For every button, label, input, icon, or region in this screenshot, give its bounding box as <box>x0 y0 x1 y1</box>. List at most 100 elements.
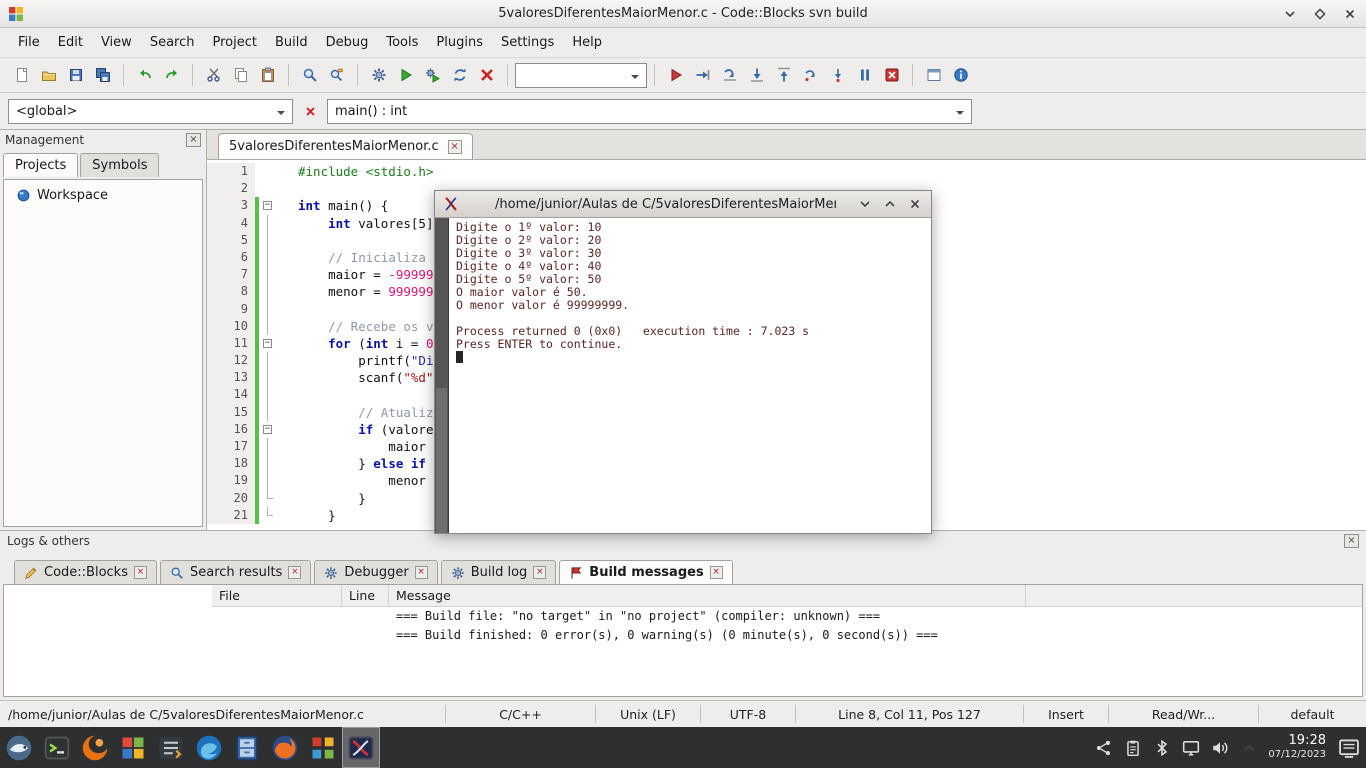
build-message-row[interactable]: === Build finished: 0 error(s), 0 warnin… <box>212 626 1362 645</box>
line-number[interactable]: 1 <box>207 163 255 180</box>
scope-combo[interactable]: <global> <box>8 99 293 124</box>
xterm-menu-button[interactable] <box>856 196 873 213</box>
stop-debugger-button[interactable] <box>878 62 905 89</box>
next-line-button[interactable] <box>716 62 743 89</box>
taskbar-edge-app[interactable] <box>190 727 228 768</box>
projects-tree[interactable]: Workspace <box>3 179 203 527</box>
menu-debug[interactable]: Debug <box>317 30 378 55</box>
debugging-windows-button[interactable] <box>920 62 947 89</box>
run-button[interactable] <box>392 62 419 89</box>
menu-edit[interactable]: Edit <box>49 30 92 55</box>
window-maximize-button[interactable] <box>1311 5 1328 22</box>
taskbar-app-menu[interactable] <box>0 727 38 768</box>
tree-item-workspace[interactable]: Workspace <box>4 180 202 203</box>
fold-toggle-icon[interactable]: − <box>263 425 272 434</box>
copy-button[interactable] <box>227 62 254 89</box>
line-number[interactable]: 21 <box>207 507 255 524</box>
logs-close-button[interactable]: × <box>1344 534 1359 548</box>
menu-plugins[interactable]: Plugins <box>427 30 492 55</box>
management-close-button[interactable]: × <box>186 133 201 147</box>
management-tab-symbols[interactable]: Symbols <box>80 153 159 177</box>
rebuild-button[interactable] <box>446 62 473 89</box>
log-tab-build-log[interactable]: Build log× <box>441 560 557 584</box>
terminal-scrollbar[interactable] <box>435 218 449 533</box>
line-number[interactable]: 12 <box>207 352 255 369</box>
cut-button[interactable] <box>200 62 227 89</box>
column-header-message[interactable]: Message <box>389 585 1026 606</box>
step-into-instruction-button[interactable] <box>824 62 851 89</box>
line-number[interactable]: 3 <box>207 197 255 214</box>
workspace-display-button[interactable] <box>1338 737 1360 759</box>
column-header-line[interactable]: Line <box>342 585 389 606</box>
xterm-close-button[interactable] <box>906 196 923 213</box>
menu-view[interactable]: View <box>92 30 141 55</box>
menu-settings[interactable]: Settings <box>492 30 563 55</box>
various-info-button[interactable] <box>947 62 974 89</box>
step-out-button[interactable] <box>770 62 797 89</box>
taskbar-four-squares-app[interactable] <box>304 727 342 768</box>
log-tab-code-blocks[interactable]: Code::Blocks× <box>14 560 157 584</box>
taskbar-office-grid-app[interactable] <box>114 727 152 768</box>
build-target-combo[interactable] <box>515 63 647 88</box>
scrollbar-thumb[interactable] <box>436 388 447 533</box>
line-number[interactable]: 17 <box>207 438 255 455</box>
build-button[interactable] <box>365 62 392 89</box>
line-number[interactable]: 18 <box>207 455 255 472</box>
line-number[interactable]: 13 <box>207 369 255 386</box>
taskbar-file-manager-app[interactable] <box>228 727 266 768</box>
paste-button[interactable] <box>254 62 281 89</box>
line-number[interactable]: 6 <box>207 249 255 266</box>
line-number[interactable]: 15 <box>207 404 255 421</box>
undo-button[interactable] <box>131 62 158 89</box>
column-header-file[interactable]: File <box>212 585 342 606</box>
tray-display[interactable] <box>1182 739 1200 757</box>
line-number[interactable]: 16 <box>207 421 255 438</box>
taskbar-terminal-app[interactable] <box>38 727 76 768</box>
debug-continue-button[interactable] <box>662 62 689 89</box>
new-file-button[interactable] <box>8 62 35 89</box>
abort-build-button[interactable] <box>473 62 500 89</box>
break-debugger-button[interactable] <box>851 62 878 89</box>
menu-search[interactable]: Search <box>141 30 204 55</box>
xterm-shade-button[interactable] <box>881 196 898 213</box>
menu-build[interactable]: Build <box>266 30 317 55</box>
tab-close-icon[interactable]: × <box>134 566 147 579</box>
open-file-button[interactable] <box>35 62 62 89</box>
xterm-titlebar[interactable]: /home/junior/Aulas de C/5valoresDiferent… <box>435 191 931 218</box>
tray-clipboard[interactable] <box>1124 739 1142 757</box>
build-and-run-button[interactable] <box>419 62 446 89</box>
taskbar-xterm-app[interactable] <box>342 727 380 768</box>
symbol-combo[interactable]: main() : int <box>327 99 972 124</box>
window-close-button[interactable] <box>1341 5 1358 22</box>
line-number[interactable]: 5 <box>207 232 255 249</box>
tab-close-icon[interactable]: × <box>533 566 546 579</box>
menu-file[interactable]: File <box>9 30 49 55</box>
line-number[interactable]: 14 <box>207 386 255 403</box>
taskbar-clock[interactable]: 19:28 07/12/2023 <box>1268 734 1326 760</box>
taskbar-orange-app[interactable] <box>76 727 114 768</box>
menu-help[interactable]: Help <box>563 30 611 55</box>
window-shade-button[interactable] <box>1281 5 1298 22</box>
step-into-button[interactable] <box>743 62 770 89</box>
next-instruction-button[interactable] <box>797 62 824 89</box>
save-button[interactable] <box>62 62 89 89</box>
line-number[interactable]: 9 <box>207 301 255 318</box>
log-tab-search-results[interactable]: Search results× <box>160 560 311 584</box>
editor-tab[interactable]: 5valoresDiferentesMaiorMenor.c × <box>218 133 473 159</box>
line-number[interactable]: 2 <box>207 180 255 197</box>
line-number[interactable]: 11 <box>207 335 255 352</box>
tab-close-icon[interactable]: × <box>710 566 723 579</box>
tray-volume[interactable] <box>1211 739 1229 757</box>
taskbar-firefox-app[interactable] <box>266 727 304 768</box>
build-message-row[interactable]: === Build file: "no target" in "no proje… <box>212 607 1362 626</box>
menu-project[interactable]: Project <box>203 30 265 55</box>
find-button[interactable] <box>296 62 323 89</box>
tab-close-icon[interactable]: × <box>415 566 428 579</box>
tray-expand[interactable] <box>1240 739 1258 757</box>
tab-close-icon[interactable]: × <box>288 566 301 579</box>
line-number[interactable]: 7 <box>207 266 255 283</box>
clear-symbol-button[interactable] <box>300 101 320 121</box>
log-tab-debugger[interactable]: Debugger× <box>314 560 437 584</box>
replace-button[interactable] <box>323 62 350 89</box>
fold-toggle-icon[interactable]: − <box>263 201 272 210</box>
